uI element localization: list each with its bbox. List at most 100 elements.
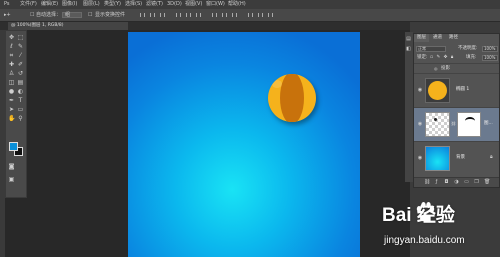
- auto-select-value: 组: [65, 12, 71, 18]
- layer-name: 图...: [484, 121, 493, 126]
- effect-drop-shadow-label: 投影: [441, 66, 450, 71]
- path-select-tool-icon[interactable]: ➤: [8, 106, 15, 113]
- fx-icon[interactable]: ƒ: [434, 180, 439, 185]
- add-mask-icon[interactable]: ◘: [444, 180, 449, 185]
- blur-tool-icon[interactable]: ●: [8, 88, 15, 95]
- history-panel-icon[interactable]: ▤: [405, 36, 412, 43]
- gradient-tool-icon[interactable]: ▤: [17, 79, 24, 86]
- menu-edit[interactable]: 编辑(E): [41, 0, 58, 9]
- toolbox: ✥ ⬚ ℓ ✎ ⌗ ⁄ ✚ ✐ ♙ ↺ ◫ ▤ ● ◐ ✒ T ➤ ▭ ✋ ⚲ …: [5, 30, 27, 198]
- eye-icon[interactable]: ◉: [417, 121, 423, 127]
- blend-row: 正常 不透明度: 100%: [414, 44, 499, 53]
- opacity-input[interactable]: 100%: [482, 46, 498, 52]
- tab-channels[interactable]: 通道: [430, 34, 445, 42]
- layer-thumbnail: [425, 112, 450, 137]
- distribute-center-icon[interactable]: [258, 13, 263, 17]
- menu-image[interactable]: 图像(I): [62, 0, 77, 9]
- healing-brush-tool-icon[interactable]: ✚: [8, 61, 15, 68]
- menu-help[interactable]: 帮助(H): [228, 0, 246, 9]
- brush-tool-icon[interactable]: ✐: [17, 61, 24, 68]
- fx-icon: ◎: [434, 66, 438, 71]
- auto-select-label: 自动选择：: [36, 12, 62, 18]
- quick-mask-icon[interactable]: ◙: [8, 163, 15, 170]
- layer-row-selected[interactable]: ◉ ⛓ 图...: [414, 107, 499, 141]
- document-canvas[interactable]: [128, 32, 360, 257]
- beach-ball-graphic: [268, 74, 316, 122]
- menu-window[interactable]: 窗口(W): [206, 0, 225, 9]
- layers-panel-footer: ⛓ ƒ ◘ ◑ ▭ ❐ 🗑︎: [414, 177, 499, 187]
- move-tool-icon[interactable]: ▸+: [4, 9, 11, 21]
- align-center-icon[interactable]: [150, 13, 155, 17]
- eraser-tool-icon[interactable]: ◫: [8, 79, 15, 86]
- foreground-color-swatch[interactable]: [9, 142, 18, 151]
- menu-layer[interactable]: 图层(L): [83, 0, 100, 9]
- menu-3d[interactable]: 3D(D): [167, 0, 182, 9]
- zoom-tool-icon[interactable]: ⚲: [17, 115, 24, 122]
- ball-highlight: [272, 80, 282, 88]
- pen-tool-icon[interactable]: ✒: [8, 97, 15, 104]
- watermark-url: jingyan.baidu.com: [384, 235, 465, 246]
- history-brush-tool-icon[interactable]: ↺: [17, 70, 24, 77]
- layer-row-ellipse[interactable]: ◉ 椭圆 1: [414, 73, 499, 107]
- collapsed-panel-icons: ▤ ◧: [405, 32, 413, 182]
- lasso-tool-icon[interactable]: ℓ: [8, 43, 15, 50]
- menu-bar: Ps 文件(F) 编辑(E) 图像(I) 图层(L) 类型(Y) 选择(S) 滤…: [0, 0, 500, 9]
- ball-stripe: [280, 74, 304, 122]
- layer-name: 背景: [456, 155, 465, 160]
- menu-type[interactable]: 类型(Y): [104, 0, 121, 9]
- align-middle-icon[interactable]: [186, 13, 191, 17]
- blend-mode-select[interactable]: 正常: [416, 46, 446, 52]
- menu-filter[interactable]: 滤镜(T): [146, 0, 163, 9]
- tab-paths[interactable]: 路径: [446, 34, 461, 42]
- move-tool-icon[interactable]: ✥: [8, 34, 15, 41]
- opacity-label: 不透明度:: [458, 46, 478, 51]
- eye-icon[interactable]: ◉: [417, 87, 423, 93]
- layer-row-background[interactable]: ◉ 背景 🔒︎: [414, 141, 499, 175]
- quick-select-tool-icon[interactable]: ✎: [17, 43, 24, 50]
- link-layers-icon[interactable]: ⛓: [424, 180, 430, 185]
- dodge-tool-icon[interactable]: ◐: [17, 88, 24, 95]
- lock-label: 锁定:: [417, 55, 428, 60]
- document-tab-bar: @ 100%(图层 1, RGB/8): [0, 22, 410, 30]
- effects-row[interactable]: ◎ 投影: [414, 63, 499, 72]
- align-bottom-icon[interactable]: [196, 13, 201, 17]
- screen-mode-icon[interactable]: ▣: [8, 176, 15, 183]
- eye-icon[interactable]: ◉: [417, 155, 423, 161]
- document-tab[interactable]: @ 100%(图层 1, RGB/8): [8, 22, 128, 30]
- show-transform-checkbox[interactable]: ☐: [88, 9, 92, 21]
- layer-mask-thumbnail[interactable]: [457, 112, 481, 137]
- adjustment-layer-icon[interactable]: ◑: [454, 180, 459, 185]
- distribute-middle-icon[interactable]: [222, 13, 227, 17]
- lock-icon: 🔒︎: [490, 154, 493, 160]
- lock-icons[interactable]: ▫ ✎ ✥ 🔒︎: [430, 53, 454, 62]
- type-tool-icon[interactable]: T: [17, 97, 24, 104]
- clone-stamp-tool-icon[interactable]: ♙: [8, 70, 15, 77]
- distribute-right-icon[interactable]: [268, 13, 273, 17]
- new-layer-icon[interactable]: ❐: [474, 180, 479, 185]
- auto-select-checkbox[interactable]: ☐: [30, 9, 34, 21]
- menu-view[interactable]: 视图(V): [185, 0, 202, 9]
- trash-icon[interactable]: 🗑︎: [484, 180, 490, 185]
- tab-layers[interactable]: 图层: [414, 34, 429, 42]
- align-right-icon[interactable]: [160, 13, 165, 17]
- distribute-top-icon[interactable]: [212, 13, 217, 17]
- distribute-left-icon[interactable]: [248, 13, 253, 17]
- distribute-bottom-icon[interactable]: [232, 13, 237, 17]
- hand-tool-icon[interactable]: ✋: [8, 115, 15, 122]
- menu-select[interactable]: 选择(S): [125, 0, 142, 9]
- align-left-icon[interactable]: [140, 13, 145, 17]
- lock-row: 锁定: ▫ ✎ ✥ 🔒︎ 填充: 100%: [414, 53, 499, 62]
- baidu-watermark: Bai 经验 jingyan.baidu.com: [382, 198, 497, 254]
- fill-label: 填充:: [466, 55, 477, 60]
- link-icon[interactable]: ⛓: [451, 121, 456, 126]
- align-top-icon[interactable]: [176, 13, 181, 17]
- menu-file[interactable]: 文件(F): [20, 0, 37, 9]
- marquee-tool-icon[interactable]: ⬚: [17, 34, 24, 41]
- crop-tool-icon[interactable]: ⌗: [8, 52, 15, 59]
- shape-tool-icon[interactable]: ▭: [17, 106, 24, 113]
- eyedropper-tool-icon[interactable]: ⁄: [17, 52, 24, 59]
- properties-panel-icon[interactable]: ◧: [405, 46, 412, 53]
- group-folder-icon[interactable]: ▭: [464, 180, 469, 185]
- fill-input[interactable]: 100%: [482, 55, 498, 61]
- ps-logo-icon: Ps: [4, 1, 10, 7]
